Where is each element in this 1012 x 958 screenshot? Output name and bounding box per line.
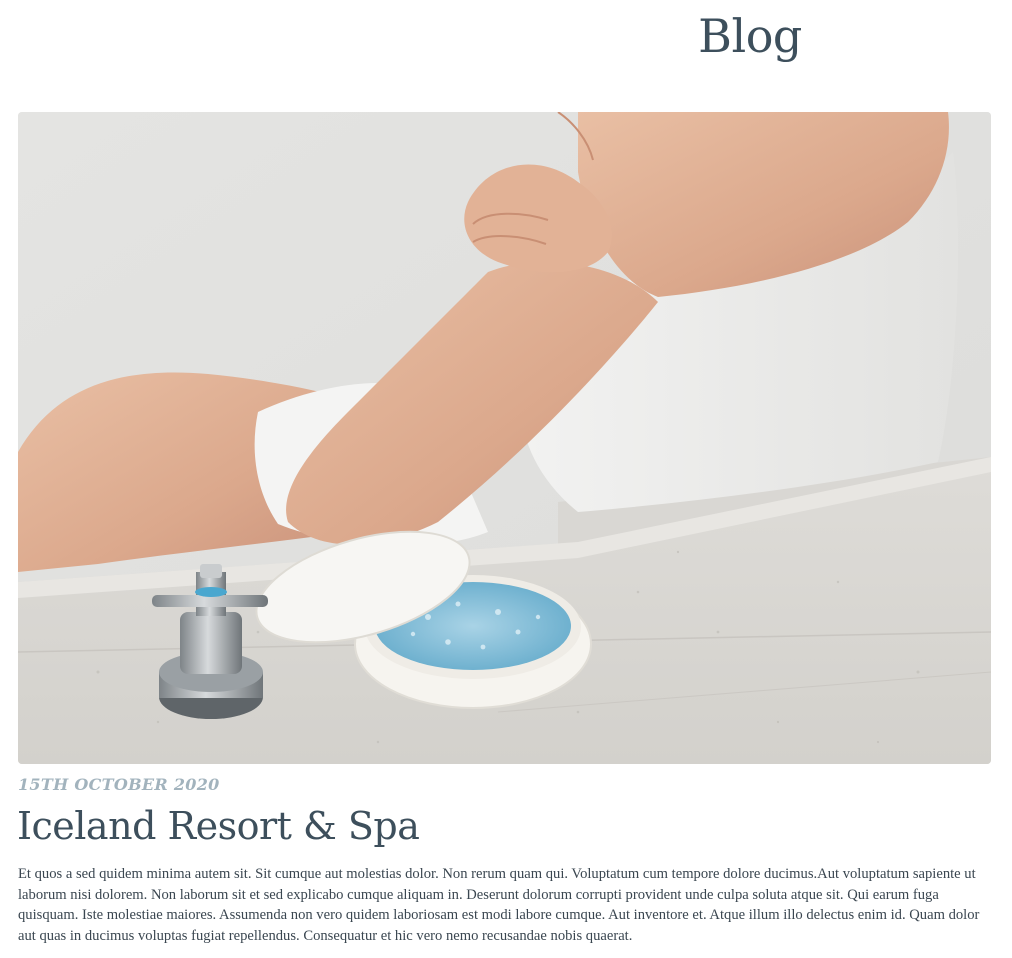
post-excerpt: Et quos a sed quidem minima autem sit. S…: [18, 866, 980, 944]
page-title: Blog: [698, 9, 802, 63]
post-title[interactable]: Iceland Resort & Spa: [17, 800, 420, 852]
post-featured-image[interactable]: [18, 112, 991, 764]
post-date: 15TH OCTOBER 2020: [18, 775, 220, 794]
spa-bath-photo-icon: [18, 112, 991, 764]
